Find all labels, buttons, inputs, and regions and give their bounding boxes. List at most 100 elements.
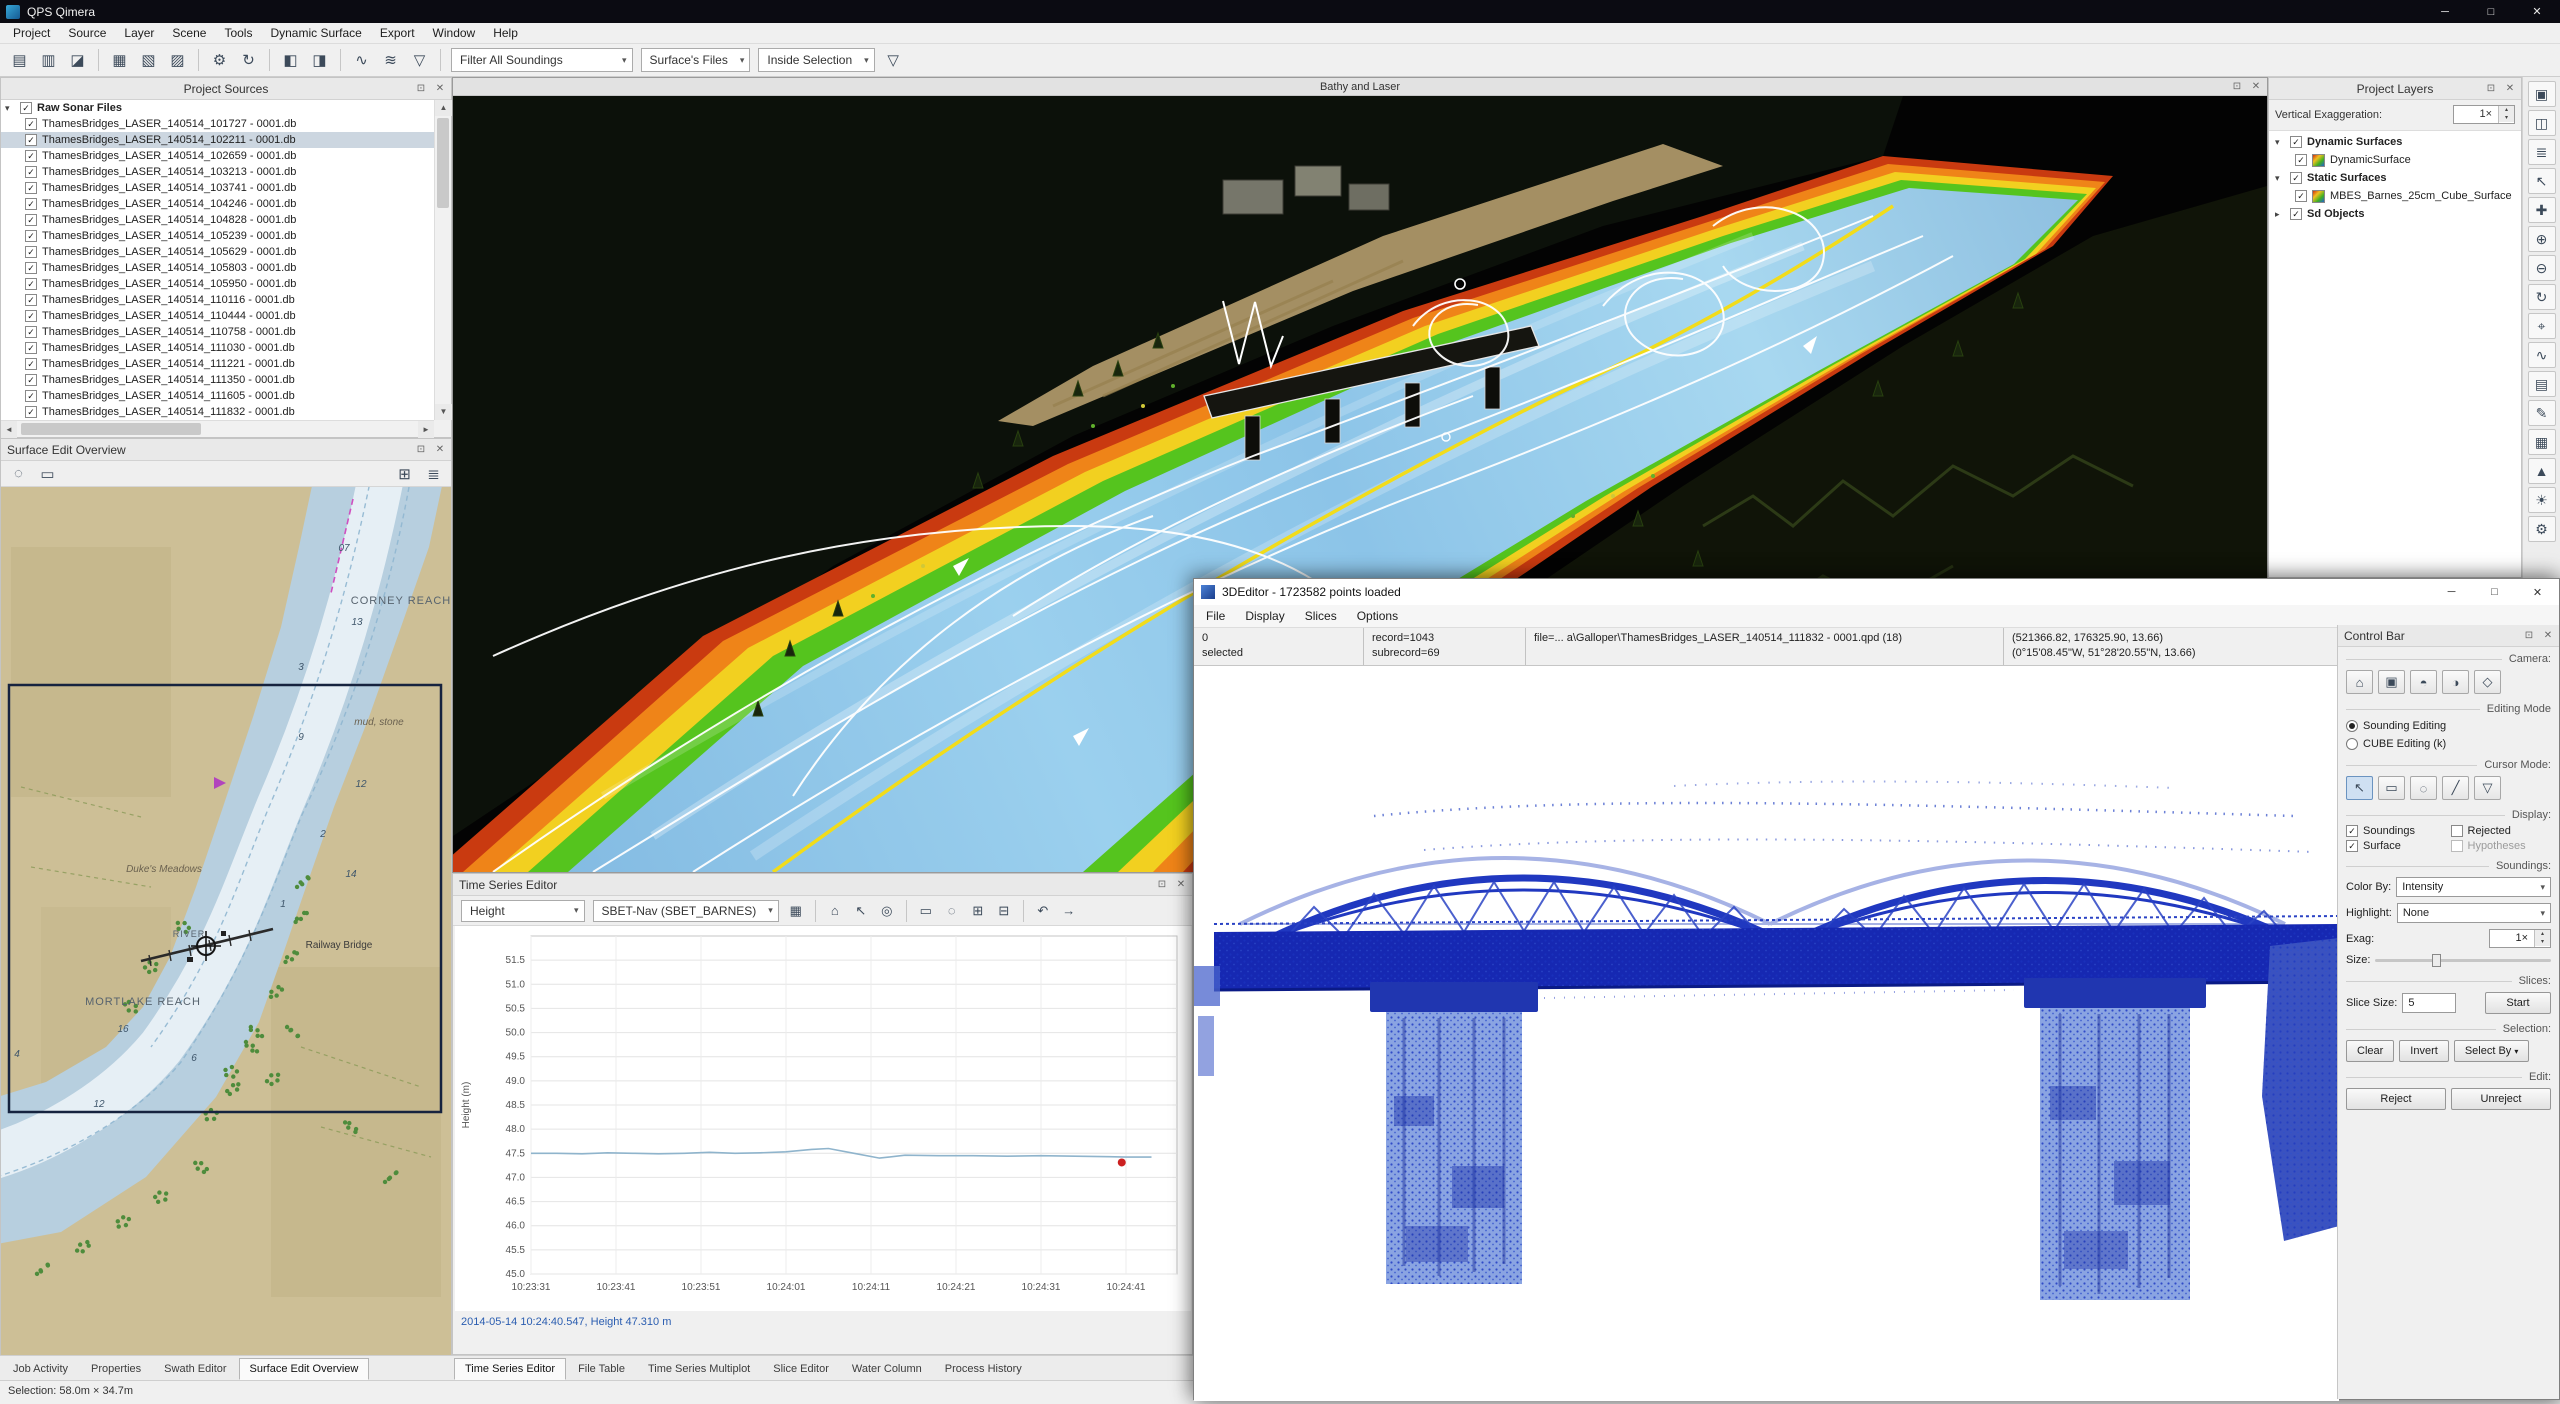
layers-icon[interactable]: ≣ <box>2528 139 2556 165</box>
lasso-select-icon[interactable]: ◌ <box>5 461 32 487</box>
slider-thumb[interactable] <box>2432 954 2441 967</box>
checkbox[interactable]: ✓ <box>2295 154 2307 166</box>
layer-sd-objects[interactable]: ▸✓Sd Objects <box>2269 205 2521 223</box>
menu-window[interactable]: Window <box>424 24 485 42</box>
select-icon[interactable]: ↖ <box>2528 168 2556 194</box>
raw-sonar-files-root[interactable]: ▾✓Raw Sonar Files <box>1 100 434 116</box>
close-panel-icon[interactable]: ✕ <box>432 444 448 455</box>
source-file-row[interactable]: ✓ThamesBridges_LASER_140514_102659 - 000… <box>1 148 434 164</box>
tab-process-history[interactable]: Process History <box>934 1358 1033 1380</box>
tab-slice-editor[interactable]: Slice Editor <box>762 1358 840 1380</box>
checkbox[interactable]: ✓ <box>25 358 37 370</box>
pan-icon[interactable]: ✚ <box>2528 197 2556 223</box>
time-series-chart[interactable]: 45.045.546.046.547.047.548.048.549.049.5… <box>455 926 1191 1311</box>
checkbox[interactable]: ✓ <box>25 182 37 194</box>
layer-dynamic-surfaces[interactable]: ▾✓Dynamic Surfaces <box>2269 133 2521 151</box>
checkbox[interactable]: ✓ <box>25 278 37 290</box>
select-rect-icon[interactable]: ▭ <box>914 900 938 922</box>
filter-funnel-icon[interactable]: ▽ <box>880 47 907 73</box>
checkbox[interactable] <box>2451 825 2463 837</box>
camera-east-icon[interactable]: ◑ <box>2442 670 2469 694</box>
checkbox[interactable]: ✓ <box>25 294 37 306</box>
checkbox[interactable]: ✓ <box>25 342 37 354</box>
cube-editing-radio[interactable]: CUBE Editing (k) <box>2338 735 2559 753</box>
checkbox[interactable]: ✓ <box>2346 840 2358 852</box>
close-button[interactable]: ✕ <box>2514 0 2560 23</box>
source-file-row[interactable]: ✓ThamesBridges_LASER_140514_111605 - 000… <box>1 388 434 404</box>
menu-layer[interactable]: Layer <box>115 24 163 42</box>
scroll-up-icon[interactable]: ▲ <box>435 100 452 116</box>
annotate-icon[interactable]: ✎ <box>2528 400 2556 426</box>
checkbox[interactable]: ✓ <box>2290 172 2302 184</box>
screenshot-icon[interactable]: ▦ <box>2528 429 2556 455</box>
menu-export[interactable]: Export <box>371 24 424 42</box>
checkbox[interactable]: ✓ <box>25 246 37 258</box>
zoom-icon[interactable]: ◎ <box>875 900 899 922</box>
zoom-in-icon[interactable]: ⊕ <box>2528 226 2556 252</box>
checkbox[interactable]: ✓ <box>25 310 37 322</box>
source-file-row[interactable]: ✓ThamesBridges_LASER_140514_110444 - 000… <box>1 308 434 324</box>
tree-caret-icon[interactable]: ▾ <box>2275 137 2285 148</box>
minimize-button[interactable]: ─ <box>2430 579 2473 605</box>
source-file-row[interactable]: ✓ThamesBridges_LASER_140514_111350 - 000… <box>1 372 434 388</box>
rejected-checkbox[interactable]: Rejected <box>2451 825 2552 837</box>
checkbox[interactable]: ✓ <box>25 230 37 242</box>
menu-help[interactable]: Help <box>484 24 527 42</box>
point-size-slider[interactable] <box>2375 959 2551 962</box>
menu-source[interactable]: Source <box>59 24 115 42</box>
color-by-dropdown[interactable]: Intensity ▾ <box>2396 877 2551 897</box>
exag-stepper[interactable]: 1× ▴▾ <box>2489 929 2551 948</box>
checkbox[interactable]: ✓ <box>25 214 37 226</box>
horizontal-scrollbar[interactable]: ◄ ► <box>1 420 434 437</box>
profile-icon[interactable]: ∿ <box>2528 342 2556 368</box>
editor-menu-options[interactable]: Options <box>1347 607 1408 625</box>
slice-icon[interactable]: ▤ <box>2528 371 2556 397</box>
maximize-button[interactable]: □ <box>2468 0 2514 23</box>
scroll-right-icon[interactable]: ► <box>418 421 434 438</box>
fit-view-icon[interactable]: ▣ <box>2528 81 2556 107</box>
editor-menu-file[interactable]: File <box>1196 607 1235 625</box>
home-icon[interactable]: ⌂ <box>823 900 847 922</box>
select-add-icon[interactable]: ⊞ <box>966 900 990 922</box>
layer-dynamicsurface[interactable]: ✓DynamicSurface <box>2269 151 2521 169</box>
layer-static-surfaces[interactable]: ▾✓Static Surfaces <box>2269 169 2521 187</box>
close-panel-icon[interactable]: ✕ <box>2248 81 2264 92</box>
float-panel-icon[interactable]: ⊡ <box>2229 81 2245 92</box>
filter-soundings-dropdown[interactable]: Filter All Soundings ▾ <box>451 48 633 72</box>
tab-water-column[interactable]: Water Column <box>841 1358 933 1380</box>
checkbox[interactable]: ✓ <box>25 406 37 418</box>
float-panel-icon[interactable]: ⊡ <box>413 444 429 455</box>
select-lasso-icon[interactable]: ◌ <box>940 900 964 922</box>
surface-files-dropdown[interactable]: Surface's Files ▾ <box>641 48 751 72</box>
float-panel-icon[interactable]: ⊡ <box>1154 879 1170 890</box>
vessel-config-icon[interactable]: ▽ <box>406 47 433 73</box>
tab-properties[interactable]: Properties <box>80 1358 152 1380</box>
menu-icon[interactable]: ≣ <box>420 461 447 487</box>
source-file-row[interactable]: ✓ThamesBridges_LASER_140514_104828 - 000… <box>1 212 434 228</box>
float-panel-icon[interactable]: ⊡ <box>413 83 429 94</box>
clear-selection-button[interactable]: Clear <box>2346 1040 2394 1062</box>
source-file-row[interactable]: ✓ThamesBridges_LASER_140514_105950 - 000… <box>1 276 434 292</box>
inside-selection-dropdown[interactable]: Inside Selection ▾ <box>758 48 874 72</box>
layout-icon[interactable]: ◫ <box>2528 110 2556 136</box>
checkbox[interactable]: ✓ <box>25 390 37 402</box>
camera-home-icon[interactable]: ⌂ <box>2346 670 2373 694</box>
cursor-point-icon[interactable]: ↖ <box>2346 776 2373 800</box>
minimize-button[interactable]: ─ <box>2422 0 2468 23</box>
camera-top-icon[interactable]: ▣ <box>2378 670 2405 694</box>
close-panel-icon[interactable]: ✕ <box>432 83 448 94</box>
maximize-button[interactable]: □ <box>2473 579 2516 605</box>
tab-time-series-editor[interactable]: Time Series Editor <box>454 1358 566 1380</box>
source-file-row[interactable]: ✓ThamesBridges_LASER_140514_111832 - 000… <box>1 404 434 420</box>
radio-icon[interactable] <box>2346 720 2358 732</box>
checkbox[interactable]: ✓ <box>25 166 37 178</box>
camera-free-icon[interactable]: ◇ <box>2474 670 2501 694</box>
close-panel-icon[interactable]: ✕ <box>2540 630 2556 641</box>
close-panel-icon[interactable]: ✕ <box>1173 879 1189 890</box>
source-file-row[interactable]: ✓ThamesBridges_LASER_140514_105239 - 000… <box>1 228 434 244</box>
measure-icon[interactable]: ⌖ <box>2528 313 2556 339</box>
tab-swath-editor[interactable]: Swath Editor <box>153 1358 237 1380</box>
layer-mbes-barnes-25cm-cube-surface[interactable]: ✓MBES_Barnes_25cm_Cube_Surface <box>2269 187 2521 205</box>
source-file-row[interactable]: ✓ThamesBridges_LASER_140514_105629 - 000… <box>1 244 434 260</box>
checkbox[interactable]: ✓ <box>25 262 37 274</box>
